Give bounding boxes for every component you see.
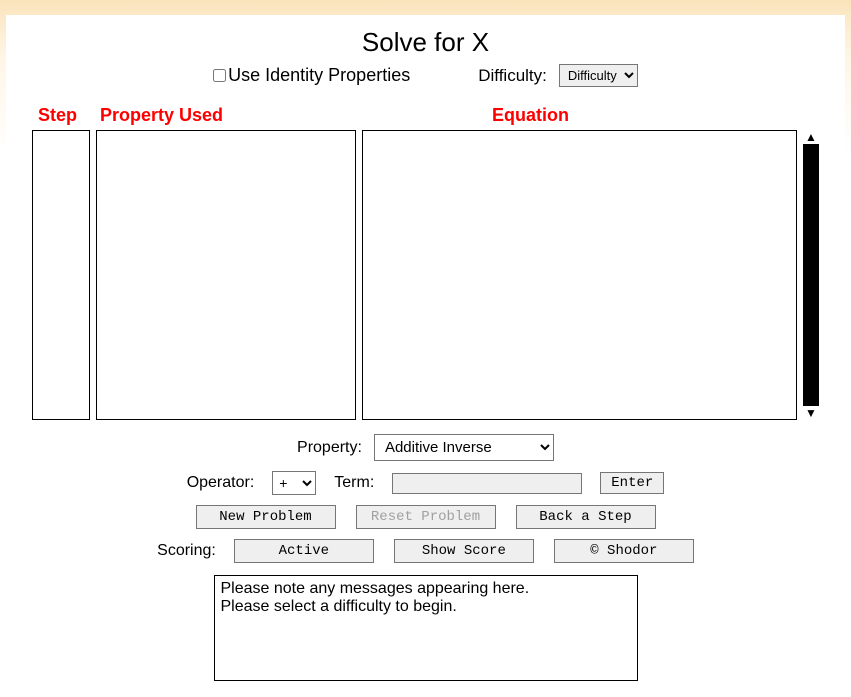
shodor-button[interactable]: © Shodor	[554, 539, 694, 563]
scroll-track[interactable]	[803, 144, 819, 406]
difficulty-label: Difficulty:	[478, 66, 547, 86]
message-box	[214, 575, 638, 681]
col-equation: Equation	[366, 105, 569, 126]
difficulty-select[interactable]: Difficulty	[559, 64, 638, 87]
column-headers: Step Property Used Equation	[26, 105, 825, 126]
property-select[interactable]: Additive Inverse	[374, 434, 554, 461]
property-box	[96, 130, 356, 420]
operator-term-row: Operator: + Term: Enter	[26, 471, 825, 495]
scrollbar[interactable]: ▲ ▼	[803, 130, 819, 420]
enter-button[interactable]: Enter	[600, 472, 664, 494]
identity-checkbox[interactable]	[213, 69, 226, 82]
operator-select[interactable]: +	[272, 471, 316, 495]
term-label: Term:	[334, 474, 374, 492]
difficulty-group: Difficulty: Difficulty	[478, 64, 638, 87]
col-property: Property Used	[100, 105, 356, 126]
property-label: Property:	[297, 439, 362, 457]
back-step-button[interactable]: Back a Step	[516, 505, 656, 529]
scroll-up-icon[interactable]: ▲	[803, 130, 819, 144]
new-problem-button[interactable]: New Problem	[196, 505, 336, 529]
problem-buttons: New Problem Reset Problem Back a Step	[26, 505, 825, 529]
reset-problem-button[interactable]: Reset Problem	[356, 505, 496, 529]
active-button[interactable]: Active	[234, 539, 374, 563]
show-score-button[interactable]: Show Score	[394, 539, 534, 563]
identity-option[interactable]: Use Identity Properties	[213, 65, 410, 86]
scoring-label: Scoring:	[157, 542, 216, 560]
scoring-row: Scoring: Active Show Score © Shodor	[26, 539, 825, 563]
equation-box	[362, 130, 797, 420]
page-title: Solve for X	[26, 27, 825, 58]
step-box	[32, 130, 90, 420]
work-area: ▲ ▼	[26, 130, 825, 420]
identity-label: Use Identity Properties	[228, 65, 410, 86]
operator-label: Operator:	[187, 474, 255, 492]
col-step: Step	[32, 105, 90, 126]
property-row: Property: Additive Inverse	[26, 434, 825, 461]
scroll-down-icon[interactable]: ▼	[803, 406, 819, 420]
term-input[interactable]	[392, 473, 582, 494]
top-options: Use Identity Properties Difficulty: Diff…	[26, 64, 825, 87]
